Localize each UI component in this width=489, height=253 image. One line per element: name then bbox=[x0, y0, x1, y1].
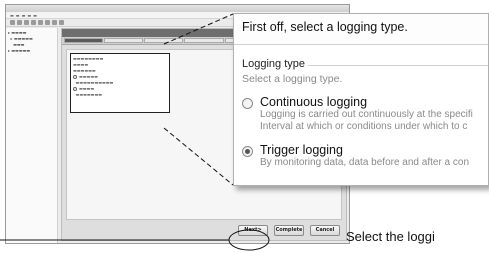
toolbar-icon[interactable] bbox=[45, 20, 50, 25]
group-divider bbox=[308, 65, 488, 66]
toolbar-icon[interactable] bbox=[31, 20, 36, 25]
tree-item[interactable]: ▸ ▬▬▬▬▬ bbox=[8, 48, 55, 54]
menu-item[interactable]: ▬ bbox=[10, 13, 14, 18]
option-title: Trigger logging bbox=[260, 143, 343, 157]
placeholder-text: ▬▬▬▬▬▬▬ bbox=[73, 92, 102, 97]
option-trigger-logging[interactable]: Trigger logging By monitoring data, data… bbox=[242, 143, 488, 169]
callout-header: First off, select a logging type. bbox=[234, 14, 488, 45]
toolbar-icon[interactable] bbox=[24, 20, 29, 25]
wizard-step[interactable] bbox=[64, 38, 104, 43]
next-button[interactable]: Next> bbox=[238, 225, 268, 236]
cancel-button[interactable]: Cancel bbox=[310, 225, 340, 236]
group-hint: Select a logging type. bbox=[242, 73, 343, 85]
wizard-step[interactable] bbox=[184, 38, 224, 43]
wizard-step[interactable] bbox=[144, 38, 184, 43]
zoom-source-region: ▬▬▬▬▬▬▬▬ ▬▬▬▬ ▬▬▬▬▬▬ ▬▬▬▬▬ ▬▬▬▬▬▬▬▬▬▬ ▬▬… bbox=[70, 53, 170, 113]
zoom-callout: First off, select a logging type. Loggin… bbox=[233, 13, 489, 186]
logging-type-group: Logging type Select a logging type. Cont… bbox=[242, 58, 488, 169]
menu-item[interactable]: ▬ bbox=[27, 13, 31, 18]
option-title: Continuous logging bbox=[260, 95, 368, 109]
menu-item[interactable]: ▬ bbox=[33, 13, 37, 18]
wizard-buttons: Next> Complete Cancel bbox=[238, 225, 340, 236]
option-desc: By monitoring data, data before and afte… bbox=[260, 157, 470, 168]
radio-button[interactable] bbox=[242, 98, 253, 109]
group-title: Logging type bbox=[242, 58, 305, 70]
radio-button-selected[interactable] bbox=[242, 146, 253, 157]
complete-button[interactable]: Complete bbox=[274, 225, 304, 236]
toolbar-icon[interactable] bbox=[17, 20, 22, 25]
caption: Select the loggi bbox=[346, 229, 435, 244]
option-continuous-logging[interactable]: Continuous logging Logging is carried ou… bbox=[242, 95, 488, 133]
toolbar-icon[interactable] bbox=[52, 20, 57, 25]
window-titlebar bbox=[6, 5, 349, 12]
toolbar-icon[interactable] bbox=[59, 20, 64, 25]
toolbar-icon[interactable] bbox=[10, 20, 15, 25]
project-tree: ▸ ▬▬▬▬ ▸ ▬▬▬▬▬ ▬▬▬ ▸ ▬▬▬▬▬ bbox=[6, 28, 58, 243]
option-desc: Logging is carried out continuously at t… bbox=[260, 109, 473, 120]
wizard-step[interactable] bbox=[104, 38, 144, 43]
menu-item[interactable]: ▬ bbox=[16, 13, 20, 18]
menu-item[interactable]: ▬ bbox=[22, 13, 26, 18]
option-desc: Interval at which or conditions under wh… bbox=[260, 121, 468, 132]
toolbar-icon[interactable] bbox=[38, 20, 43, 25]
